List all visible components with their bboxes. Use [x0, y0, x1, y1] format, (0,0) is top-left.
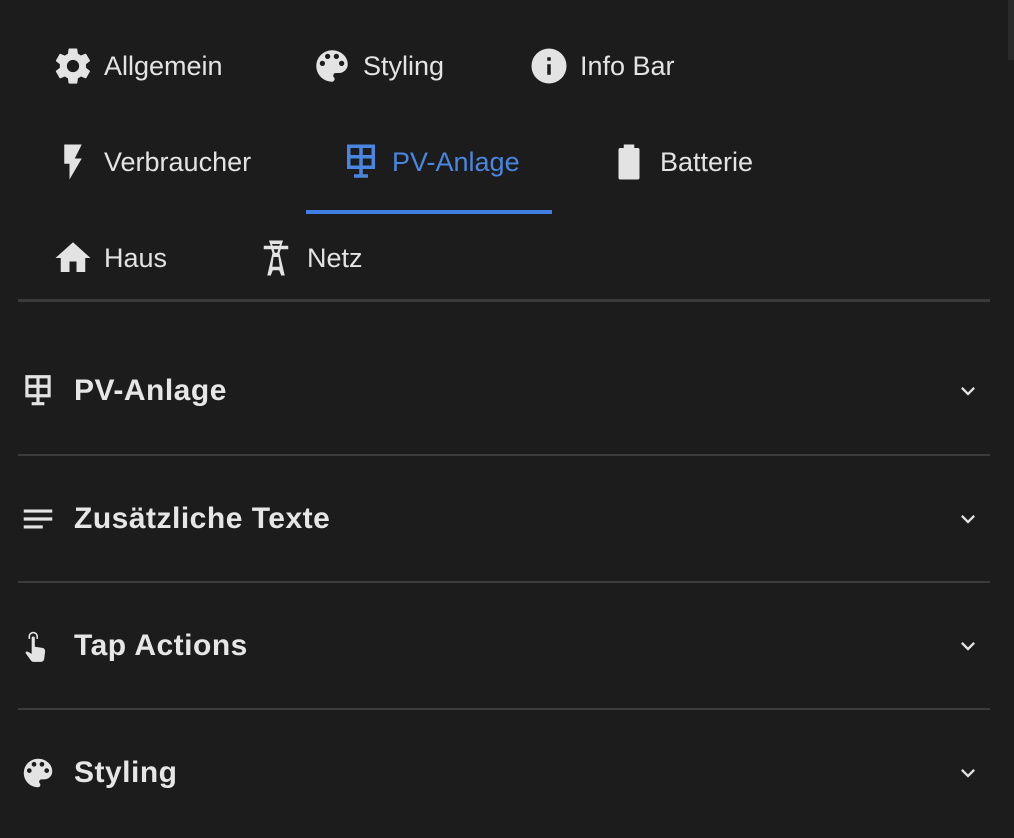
chevron-down-icon[interactable] — [954, 505, 982, 533]
chevron-down-icon[interactable] — [954, 377, 982, 405]
panel-styling[interactable]: Styling — [18, 708, 990, 835]
tab-label: Netz — [307, 242, 363, 273]
tab-allgemein[interactable]: Allgemein — [52, 18, 223, 114]
solar-panel-icon — [18, 371, 58, 411]
gesture-tap-icon — [18, 626, 58, 666]
info-icon — [528, 45, 570, 87]
tab-bar: Allgemein Styling Info Bar Verbraucher P… — [18, 18, 990, 302]
transmission-tower-icon — [255, 237, 297, 279]
solar-panel-icon — [340, 141, 382, 183]
panel-tap-actions[interactable]: Tap Actions — [18, 581, 990, 708]
panel-title: Zusätzliche Texte — [74, 501, 331, 535]
lightning-icon — [52, 141, 94, 183]
panel-zusaetzliche-texte[interactable]: Zusätzliche Texte — [18, 454, 990, 581]
tab-label: Batterie — [660, 146, 754, 177]
tab-netz[interactable]: Netz — [255, 210, 363, 306]
editor-root: Allgemein Styling Info Bar Verbraucher P… — [0, 0, 1014, 838]
gear-icon — [52, 45, 94, 87]
tab-label: Haus — [104, 242, 168, 273]
tab-label: Allgemein — [104, 50, 223, 81]
panel-title: Tap Actions — [74, 628, 248, 662]
tab-pv-anlage[interactable]: PV-Anlage — [306, 114, 552, 214]
tab-label: Info Bar — [580, 50, 675, 81]
tab-info-bar[interactable]: Info Bar — [528, 18, 675, 114]
tab-bar-divider — [18, 299, 990, 302]
tab-label: PV-Anlage — [392, 146, 520, 177]
home-icon — [52, 237, 94, 279]
text-lines-icon — [18, 499, 58, 539]
tab-haus[interactable]: Haus — [52, 210, 167, 306]
tab-verbraucher[interactable]: Verbraucher — [52, 114, 251, 210]
battery-icon — [608, 141, 650, 183]
palette-icon — [18, 753, 58, 793]
expansion-panels: PV-Anlage Zusätzliche Texte Tap Actions — [18, 328, 990, 835]
tab-batterie[interactable]: Batterie — [608, 114, 753, 210]
tab-label: Styling — [363, 50, 445, 81]
chevron-down-icon[interactable] — [954, 759, 982, 787]
panel-title: PV-Anlage — [74, 374, 227, 407]
panel-title: Styling — [74, 755, 178, 789]
palette-icon — [311, 45, 353, 87]
tab-styling[interactable]: Styling — [311, 18, 444, 114]
panel-pv-anlage[interactable]: PV-Anlage — [18, 328, 990, 454]
scrollbar[interactable] — [1008, 0, 1014, 60]
chevron-down-icon[interactable] — [954, 632, 982, 660]
tab-label: Verbraucher — [104, 146, 252, 177]
